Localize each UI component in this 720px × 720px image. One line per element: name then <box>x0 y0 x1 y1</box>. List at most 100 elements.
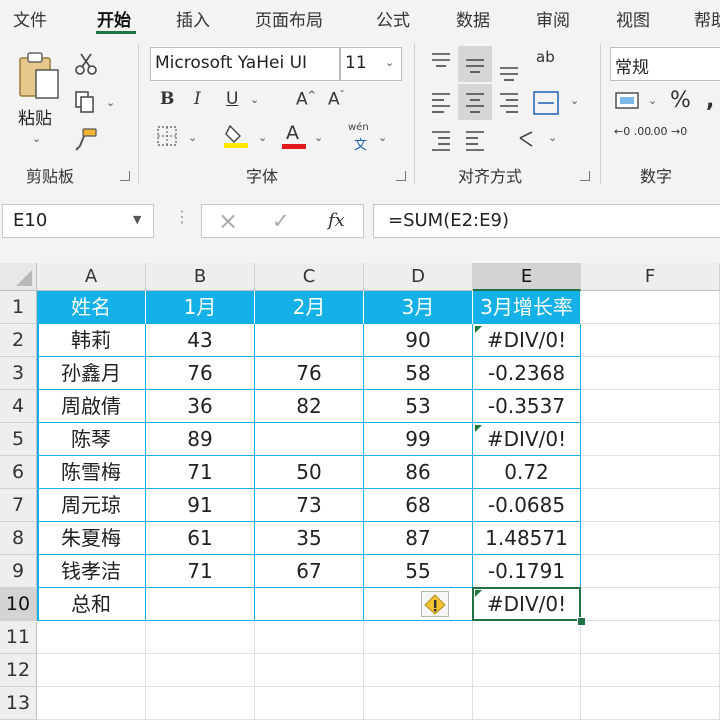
cell-a10[interactable]: 总和 <box>37 588 146 621</box>
cell-f12[interactable] <box>581 654 720 687</box>
cell-b11[interactable] <box>146 621 255 654</box>
copy-icon[interactable] <box>74 90 96 114</box>
cell-d2[interactable]: 90 <box>364 324 473 357</box>
column-header-a[interactable]: A <box>37 263 146 291</box>
cell-a7[interactable]: 周元琼 <box>37 489 146 522</box>
row-header-13[interactable]: 13 <box>0 687 37 720</box>
cell-b9[interactable]: 71 <box>146 555 255 588</box>
chevron-down-icon[interactable]: ⌄ <box>188 131 197 144</box>
paste-button[interactable]: 粘贴 ⌄ <box>12 48 64 148</box>
cell-c4[interactable]: 82 <box>255 390 364 423</box>
fill-color-icon[interactable] <box>224 122 250 148</box>
cell-c3[interactable]: 76 <box>255 357 364 390</box>
chevron-down-icon[interactable]: ⌄ <box>570 94 579 107</box>
cell-d11[interactable] <box>364 621 473 654</box>
cell-a9[interactable]: 钱孝洁 <box>37 555 146 588</box>
cell-c5[interactable] <box>255 423 364 456</box>
cell-a3[interactable]: 孙鑫月 <box>37 357 146 390</box>
bold-button[interactable]: B <box>160 91 174 108</box>
row-header-8[interactable]: 8 <box>0 522 37 555</box>
tab-formulas[interactable]: 公式 <box>376 6 410 31</box>
column-header-d[interactable]: D <box>364 263 473 291</box>
row-header-3[interactable]: 3 <box>0 357 37 390</box>
chevron-down-icon[interactable]: ⌄ <box>258 131 267 144</box>
cell-a2[interactable]: 韩莉 <box>37 324 146 357</box>
cell-e8[interactable]: 1.48571 <box>473 522 581 555</box>
warning-icon[interactable] <box>421 591 449 617</box>
row-header-1[interactable]: 1 <box>0 291 37 324</box>
cell-a8[interactable]: 朱夏梅 <box>37 522 146 555</box>
cell-d4[interactable]: 53 <box>364 390 473 423</box>
column-header-e[interactable]: E <box>473 263 581 291</box>
chevron-down-icon[interactable]: ⌄ <box>106 96 115 109</box>
cell-b8[interactable]: 61 <box>146 522 255 555</box>
cell-e9[interactable]: -0.1791 <box>473 555 581 588</box>
cell-e6[interactable]: 0.72 <box>473 456 581 489</box>
row-header-2[interactable]: 2 <box>0 324 37 357</box>
cell-e7[interactable]: -0.0685 <box>473 489 581 522</box>
row-header-12[interactable]: 12 <box>0 654 37 687</box>
cell-c8[interactable]: 35 <box>255 522 364 555</box>
chevron-down-icon[interactable]: ⌄ <box>378 131 387 144</box>
tab-file[interactable]: 文件 <box>13 6 47 31</box>
tab-data[interactable]: 数据 <box>456 6 490 31</box>
row-header-4[interactable]: 4 <box>0 390 37 423</box>
cell-b10[interactable] <box>146 588 255 621</box>
cell-a5[interactable]: 陈琴 <box>37 423 146 456</box>
tab-page-layout[interactable]: 页面布局 <box>255 6 323 31</box>
cell-d3[interactable]: 58 <box>364 357 473 390</box>
column-header-f[interactable]: F <box>581 263 720 291</box>
font-family-select[interactable]: Microsoft YaHei UI <box>150 47 340 81</box>
cancel-icon[interactable]: × <box>218 207 238 235</box>
cell-d9[interactable]: 55 <box>364 555 473 588</box>
cell-b4[interactable]: 36 <box>146 390 255 423</box>
accounting-format-icon[interactable] <box>614 90 642 112</box>
select-all-button[interactable] <box>0 263 37 291</box>
tab-review[interactable]: 审阅 <box>536 6 570 31</box>
borders-icon[interactable] <box>156 125 178 147</box>
insert-function-icon[interactable]: fx <box>328 210 345 231</box>
cell-b13[interactable] <box>146 687 255 720</box>
chevron-down-icon[interactable]: ⌄ <box>250 93 259 106</box>
cut-icon[interactable] <box>74 52 98 76</box>
cell-c9[interactable]: 67 <box>255 555 364 588</box>
row-header-10[interactable]: 10 <box>0 588 37 621</box>
cell-c12[interactable] <box>255 654 364 687</box>
cell-f13[interactable] <box>581 687 720 720</box>
cell-e4[interactable]: -0.3537 <box>473 390 581 423</box>
alignment-dialog-launcher-icon[interactable] <box>580 171 590 181</box>
cell-c13[interactable] <box>255 687 364 720</box>
cell-f4[interactable] <box>581 390 720 423</box>
tab-view[interactable]: 视图 <box>616 6 650 31</box>
cell-b1[interactable]: 1月 <box>146 291 255 324</box>
cell-d7[interactable]: 68 <box>364 489 473 522</box>
cell-b5[interactable]: 89 <box>146 423 255 456</box>
cell-a1[interactable]: 姓名 <box>37 291 146 324</box>
enter-icon[interactable]: ✓ <box>272 209 290 233</box>
cell-f5[interactable] <box>581 423 720 456</box>
cell-f6[interactable] <box>581 456 720 489</box>
cell-c2[interactable] <box>255 324 364 357</box>
formula-input[interactable]: =SUM(E2:E9) <box>373 204 720 238</box>
chevron-down-icon[interactable]: ⌄ <box>314 131 323 144</box>
cell-e11[interactable] <box>473 621 581 654</box>
tab-help[interactable]: 帮助 <box>694 6 720 31</box>
cell-a6[interactable]: 陈雪梅 <box>37 456 146 489</box>
underline-button[interactable]: U <box>226 91 238 108</box>
cell-f7[interactable] <box>581 489 720 522</box>
cell-f11[interactable] <box>581 621 720 654</box>
chevron-down-icon[interactable]: ⌄ <box>548 131 557 144</box>
cell-a13[interactable] <box>37 687 146 720</box>
cell-e13[interactable] <box>473 687 581 720</box>
cell-d10[interactable] <box>364 588 473 621</box>
cell-d13[interactable] <box>364 687 473 720</box>
cell-f10[interactable] <box>581 588 720 621</box>
formula-bar-splitter-icon[interactable]: ⋮ <box>174 209 190 225</box>
tab-home[interactable]: 开始 <box>97 6 131 31</box>
percent-style-button[interactable]: % <box>670 90 691 112</box>
row-header-7[interactable]: 7 <box>0 489 37 522</box>
fill-handle[interactable] <box>577 617 586 626</box>
row-header-5[interactable]: 5 <box>0 423 37 456</box>
chevron-down-icon[interactable]: ⌄ <box>32 132 41 145</box>
cell-d6[interactable]: 86 <box>364 456 473 489</box>
